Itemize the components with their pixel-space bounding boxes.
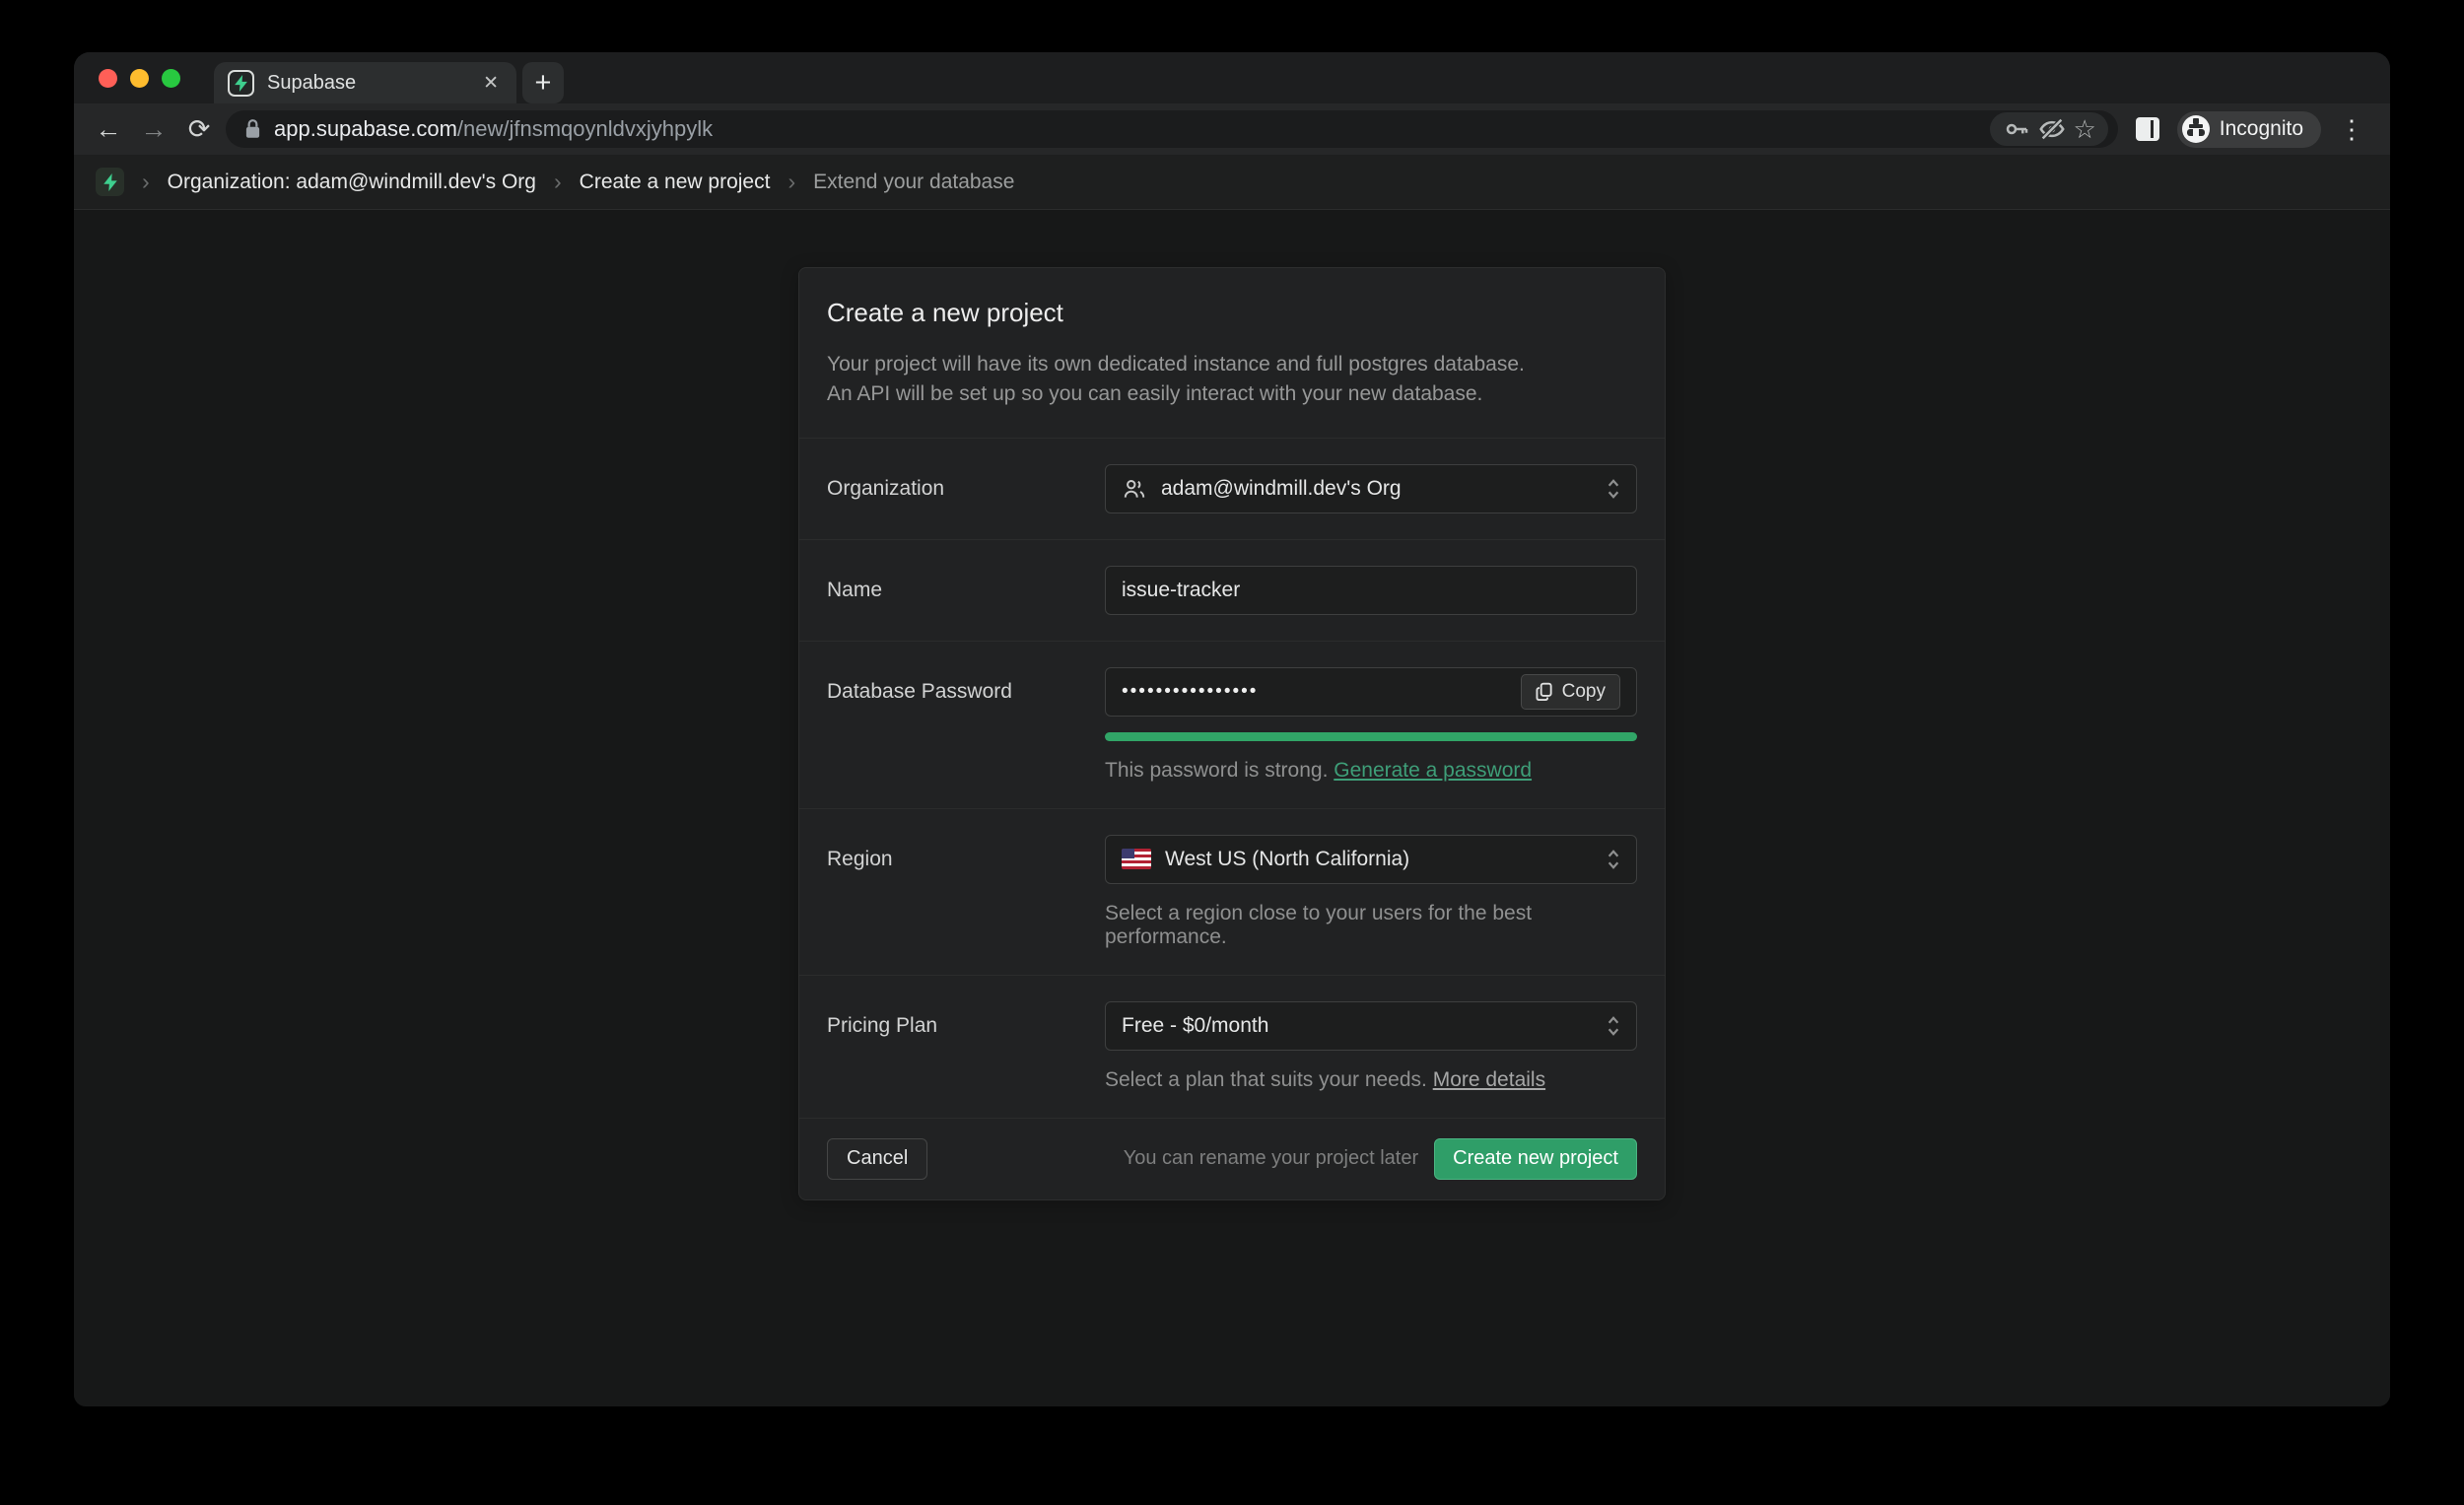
copy-label: Copy [1562, 681, 1606, 703]
tab-close-icon[interactable]: ✕ [479, 70, 503, 97]
url-text: app.supabase.com/new/jfnsmqoynldvxjyhpyl… [274, 116, 713, 142]
chevron-right-icon: › [140, 169, 152, 195]
password-masked-value: •••••••••••••••• [1122, 681, 1258, 703]
description-line-2: An API will be set up so you can easily … [827, 379, 1637, 409]
browser-window: Supabase ✕ + ← → ⟳ app.supabase.com/new/… [74, 52, 2390, 1406]
window-controls [74, 52, 180, 103]
browser-toolbar: ← → ⟳ app.supabase.com/new/jfnsmqoynldvx… [74, 103, 2390, 155]
organization-value: adam@windmill.dev's Org [1161, 477, 1402, 501]
password-helper: This password is strong. Generate a pass… [1105, 759, 1637, 783]
close-window-button[interactable] [99, 69, 117, 88]
forward-icon[interactable]: → [135, 110, 172, 148]
select-chevrons-icon [1607, 1014, 1620, 1038]
pricing-value: Free - $0/month [1122, 1014, 1268, 1038]
omnibox-action-icons: ☆ [1990, 112, 2107, 146]
us-flag-icon [1122, 849, 1151, 869]
copy-icon [1536, 682, 1553, 702]
select-chevrons-icon [1607, 477, 1620, 501]
create-new-project-button[interactable]: Create new project [1434, 1138, 1637, 1180]
region-select[interactable]: West US (North California) [1105, 835, 1637, 884]
name-row: Name issue-tracker [799, 539, 1665, 641]
incognito-badge: Incognito [2177, 111, 2321, 148]
browser-menu-icon[interactable]: ⋮ [2329, 114, 2374, 145]
create-project-panel: Create a new project Your project will h… [798, 267, 1666, 1200]
tab-strip: Supabase ✕ + [74, 52, 2390, 103]
more-details-link[interactable]: More details [1433, 1068, 1545, 1091]
chevron-right-icon: › [552, 169, 564, 195]
lightning-bolt-icon [103, 173, 118, 191]
lock-icon [243, 118, 262, 140]
panel-header: Create a new project Your project will h… [799, 268, 1665, 438]
password-input[interactable]: •••••••••••••••• Copy [1105, 667, 1637, 717]
breadcrumb-extend-database: Extend your database [813, 171, 1014, 194]
organization-select[interactable]: adam@windmill.dev's Org [1105, 464, 1637, 513]
breadcrumb-organization[interactable]: Organization: adam@windmill.dev's Org [168, 171, 536, 194]
name-input[interactable]: issue-tracker [1105, 566, 1637, 615]
rename-note: You can rename your project later [1124, 1147, 1418, 1170]
breadcrumb-create-project[interactable]: Create a new project [580, 171, 771, 194]
key-icon[interactable] [2002, 114, 2031, 144]
url-path: /new/jfnsmqoynldvxjyhpylk [457, 116, 713, 141]
copy-password-button[interactable]: Copy [1521, 674, 1620, 710]
password-label: Database Password [827, 667, 1105, 783]
side-panel-icon[interactable] [2136, 117, 2159, 141]
new-tab-button[interactable]: + [522, 62, 564, 103]
pricing-select[interactable]: Free - $0/month [1105, 1001, 1637, 1051]
incognito-label: Incognito [2220, 117, 2303, 141]
url-bar[interactable]: app.supabase.com/new/jfnsmqoynldvxjyhpyl… [226, 110, 2118, 148]
supabase-favicon-icon [228, 70, 254, 97]
panel-description: Your project will have its own dedicated… [827, 350, 1637, 410]
pricing-helper: Select a plan that suits your needs. Mor… [1105, 1068, 1637, 1092]
name-label: Name [827, 566, 1105, 615]
organization-row: Organization adam@windmill.dev's Org [799, 438, 1665, 539]
reload-icon[interactable]: ⟳ [180, 110, 218, 148]
users-icon [1122, 477, 1147, 501]
chevron-right-icon: › [786, 169, 797, 195]
region-row: Region West US (North California) Select… [799, 808, 1665, 975]
region-helper: Select a region close to your users for … [1105, 902, 1637, 949]
tab-supabase[interactable]: Supabase ✕ [214, 62, 516, 103]
pricing-helper-text: Select a plan that suits your needs. [1105, 1068, 1433, 1091]
app-header: › Organization: adam@windmill.dev's Org … [74, 155, 2390, 210]
select-chevrons-icon [1607, 848, 1620, 871]
tab-title: Supabase [267, 72, 466, 95]
organization-label: Organization [827, 464, 1105, 513]
lightning-bolt-icon [234, 75, 248, 92]
panel-footer: Cancel You can rename your project later… [799, 1118, 1665, 1199]
description-line-1: Your project will have its own dedicated… [827, 350, 1637, 379]
bookmark-star-icon[interactable]: ☆ [2073, 116, 2095, 142]
back-icon[interactable]: ← [90, 110, 127, 148]
page-title: Create a new project [827, 298, 1637, 328]
region-value: West US (North California) [1165, 848, 1409, 871]
password-strength-text: This password is strong. [1105, 759, 1334, 782]
incognito-spy-icon [2182, 115, 2210, 143]
supabase-logo-icon[interactable] [96, 168, 124, 196]
minimize-window-button[interactable] [130, 69, 149, 88]
eye-slash-icon[interactable] [2037, 114, 2067, 144]
pricing-row: Pricing Plan Free - $0/month Select a pl… [799, 975, 1665, 1118]
generate-password-link[interactable]: Generate a password [1334, 759, 1532, 782]
cancel-button[interactable]: Cancel [827, 1138, 927, 1180]
password-strength-bar [1105, 732, 1637, 741]
password-row: Database Password •••••••••••••••• Copy [799, 641, 1665, 808]
pricing-label: Pricing Plan [827, 1001, 1105, 1092]
region-label: Region [827, 835, 1105, 949]
url-host: app.supabase.com [274, 116, 457, 141]
maximize-window-button[interactable] [162, 69, 180, 88]
page-content: Create a new project Your project will h… [74, 210, 2390, 1406]
